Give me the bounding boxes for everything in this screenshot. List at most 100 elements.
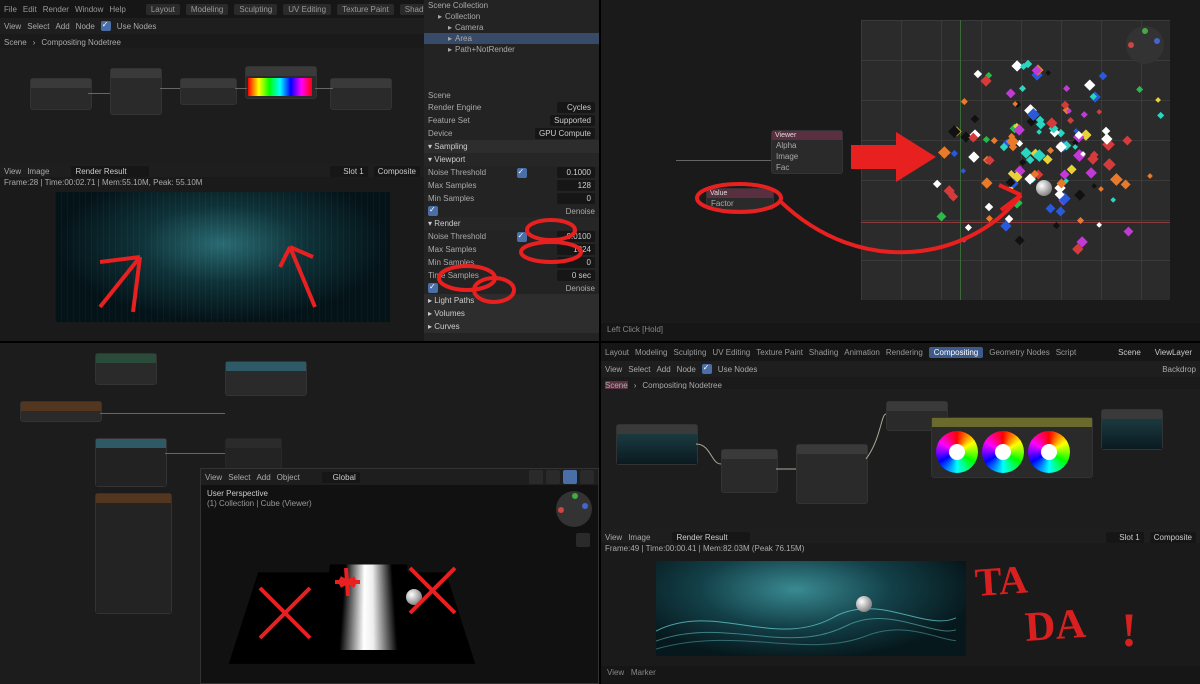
shading-solid-icon[interactable] (546, 470, 560, 484)
engine-select[interactable]: Cycles (557, 102, 595, 113)
backdrop-toggle[interactable]: Backdrop (1162, 365, 1196, 374)
use-nodes-check[interactable] (702, 364, 712, 374)
outliner-item[interactable]: ▸Collection (424, 11, 599, 22)
vp-select[interactable]: Select (228, 473, 250, 482)
viewport-header[interactable]: ▾ Viewport (424, 153, 599, 166)
curves-header[interactable]: ▸ Curves (424, 320, 599, 333)
lightpaths-header[interactable]: ▸ Light Paths (424, 294, 599, 307)
app-menu-render[interactable]: Render (43, 5, 69, 14)
app-menu-help[interactable]: Help (109, 5, 125, 14)
node-colorramp[interactable] (245, 66, 317, 99)
vp-object[interactable]: Object (277, 473, 300, 482)
rnt-check[interactable] (517, 232, 527, 242)
max-value[interactable]: 128 (557, 180, 595, 191)
shading-rendered-icon[interactable] (580, 470, 594, 484)
ws-tab[interactable]: Layout (605, 348, 629, 357)
zoom-icon[interactable] (576, 533, 590, 547)
ws-tab[interactable]: Sculpting (674, 348, 707, 357)
ws-tab[interactable]: UV Editing (712, 348, 750, 357)
node-composite[interactable] (1101, 409, 1163, 450)
vp-side-icons[interactable] (576, 533, 590, 547)
ws-tab[interactable]: Animation (844, 348, 880, 357)
ws-tab[interactable]: Script (1056, 348, 1076, 357)
min-value[interactable]: 0 (557, 193, 595, 204)
hdr-add[interactable]: Add (656, 365, 670, 374)
color-wheel-lift[interactable] (936, 431, 978, 473)
ws-tab[interactable]: UV Editing (283, 4, 331, 15)
hdr-select[interactable]: Select (628, 365, 650, 374)
img-view[interactable]: View (4, 167, 21, 176)
bc-nodetree[interactable]: Compositing Nodetree (41, 38, 121, 47)
color-wheel-gamma[interactable] (982, 431, 1024, 473)
bc-scene[interactable]: Scene (4, 38, 27, 47)
ft-view[interactable]: View (607, 668, 624, 677)
compositor-node-area[interactable] (601, 389, 1200, 529)
shading-wireframe-icon[interactable] (529, 470, 543, 484)
app-menu-file[interactable]: File (4, 5, 17, 14)
device-select[interactable]: GPU Compute (535, 128, 595, 139)
hdr-node[interactable]: Node (76, 22, 95, 31)
vp-orient[interactable]: Global (322, 472, 360, 483)
ws-tab[interactable]: Layout (146, 4, 180, 15)
nav-gizmo[interactable] (556, 491, 592, 527)
node-value[interactable]: Value Factor (706, 188, 774, 210)
hdr-add[interactable]: Add (55, 22, 69, 31)
img-layer[interactable]: Composite (374, 166, 420, 177)
node-principled[interactable] (225, 361, 307, 396)
ws-tab[interactable]: Texture Paint (756, 348, 803, 357)
outliner-scene-collection[interactable]: Scene Collection (424, 0, 599, 11)
img-slot[interactable]: Slot 1 (330, 166, 368, 177)
denoise-check[interactable] (428, 206, 438, 216)
node-generic[interactable] (180, 78, 237, 105)
floating-viewport-window[interactable]: View Select Add Object Global User Persp… (200, 468, 599, 684)
img-image[interactable]: Image (628, 533, 650, 542)
rtime-value[interactable]: 0 sec (557, 270, 595, 281)
node-generic[interactable] (95, 353, 157, 385)
img-slot[interactable]: Slot 1 (1106, 532, 1144, 543)
ws-tab[interactable]: Geometry Nodes (989, 348, 1049, 357)
node-render-layers[interactable] (30, 78, 92, 110)
ws-tab[interactable]: Modeling (186, 4, 228, 15)
props-scene[interactable]: Scene (428, 91, 451, 100)
img-image[interactable]: Image (27, 167, 49, 176)
scene-field[interactable]: Scene (1107, 347, 1145, 358)
rmin-value[interactable]: 0 (557, 257, 595, 268)
ws-tab[interactable]: Modeling (635, 348, 667, 357)
hdr-view[interactable]: View (605, 365, 622, 374)
outliner-item[interactable]: ▸Path+NotRender (424, 44, 599, 55)
img-name[interactable]: Render Result (71, 166, 149, 177)
node-composite[interactable] (330, 78, 392, 110)
hdr-node[interactable]: Node (677, 365, 696, 374)
outliner-item[interactable]: ▸Camera (424, 22, 599, 33)
ws-tab[interactable]: Texture Paint (337, 4, 394, 15)
vp-view[interactable]: View (205, 473, 222, 482)
rnt-value[interactable]: 0.0100 (557, 231, 595, 242)
hdr-select[interactable]: Select (27, 22, 49, 31)
ft-marker[interactable]: Marker (631, 668, 656, 677)
rmax-value[interactable]: 1024 (557, 244, 595, 255)
node-generic[interactable] (110, 68, 162, 115)
nt-value[interactable]: 0.1000 (557, 167, 595, 178)
app-menu-edit[interactable]: Edit (23, 5, 37, 14)
viewlayer-field[interactable]: ViewLayer (1151, 347, 1196, 358)
node-colorramp2[interactable] (95, 438, 167, 487)
render-header[interactable]: ▾ Render (424, 217, 599, 230)
app-menu-window[interactable]: Window (75, 5, 103, 14)
sampling-header[interactable]: ▾ Sampling (424, 140, 599, 153)
outliner-item-selected[interactable]: ▸Area (424, 33, 599, 44)
color-wheel-gain[interactable] (1028, 431, 1070, 473)
rdenoise-check[interactable] (428, 283, 438, 293)
compositor-node-area[interactable] (0, 48, 424, 163)
nt-check[interactable] (517, 168, 527, 178)
viewport-3d[interactable] (861, 20, 1170, 300)
use-nodes-check[interactable] (101, 21, 111, 31)
nav-gizmo[interactable] (1126, 26, 1164, 64)
shading-material-icon[interactable] (563, 470, 577, 484)
node-color-balance[interactable] (931, 417, 1093, 478)
vp-shading-icons[interactable] (529, 470, 594, 484)
ws-tab[interactable]: Rendering (886, 348, 923, 357)
img-view[interactable]: View (605, 533, 622, 542)
volumes-header[interactable]: ▸ Volumes (424, 307, 599, 320)
feature-select[interactable]: Supported (550, 115, 595, 126)
ws-tab[interactable]: Shading (809, 348, 838, 357)
